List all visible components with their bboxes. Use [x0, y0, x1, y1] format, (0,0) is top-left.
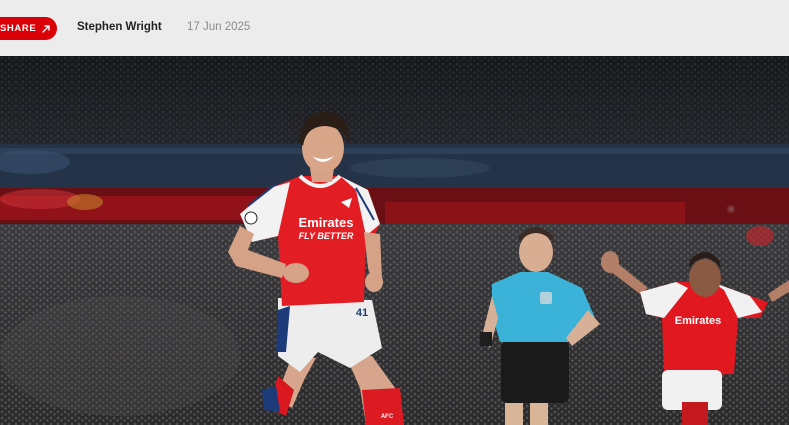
stadium-scene: Emirates AFC 41 Emirates FLY BETTER [0, 56, 789, 425]
hero-image: Emirates AFC 41 Emirates FLY BETTER [0, 56, 789, 425]
article-header: SHARE Stephen Wright 17 Jun 2025 [0, 0, 789, 56]
shirt-slogan: FLY BETTER [299, 231, 354, 241]
svg-text:AFC: AFC [381, 414, 394, 420]
shirt-sponsor: Emirates [299, 215, 354, 230]
article-headline [0, 0, 789, 4]
share-arrow-icon [42, 24, 50, 33]
share-button[interactable]: SHARE [0, 17, 57, 40]
publish-date: 17 Jun 2025 [187, 21, 251, 33]
shorts-number: 41 [356, 307, 368, 319]
author-name[interactable]: Stephen Wright [77, 21, 162, 33]
share-label: SHARE [0, 23, 37, 34]
ucl-badge-icon [244, 211, 258, 225]
teammate-sponsor: Emirates [675, 315, 721, 327]
